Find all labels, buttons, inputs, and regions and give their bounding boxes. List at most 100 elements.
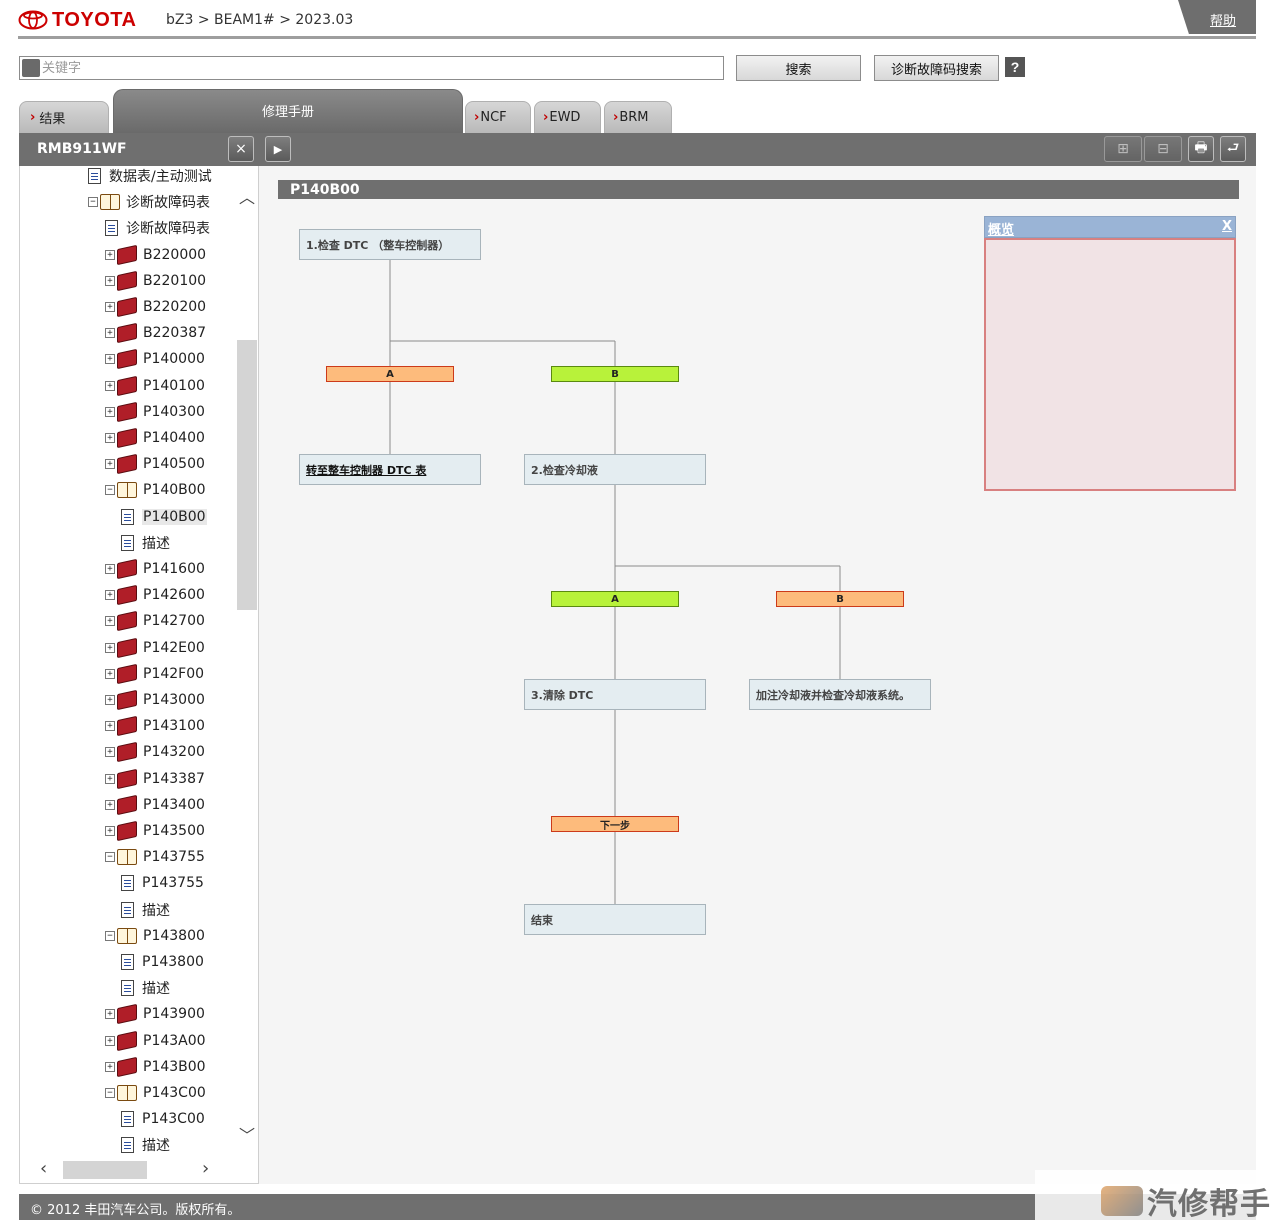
collapse-node-icon[interactable]: − (88, 197, 98, 208)
chevron-right-icon[interactable]: › (202, 1158, 209, 1179)
tree-item[interactable]: + P142F00 (105, 663, 204, 685)
expand-node-icon[interactable]: + (105, 433, 115, 443)
expand-node-icon[interactable]: + (105, 406, 115, 417)
tree-item[interactable]: P143755 (121, 872, 204, 894)
expand-node-icon[interactable]: + (105, 459, 115, 470)
expand-node-icon[interactable]: + (105, 564, 115, 574)
collapse-node-icon[interactable]: − (105, 1088, 115, 1098)
tree-item[interactable]: − P143755 (105, 846, 205, 868)
expand-node-icon[interactable]: + (105, 826, 115, 836)
back-button[interactable]: ⮐ (1220, 136, 1246, 162)
tree-item[interactable]: + P143900 (105, 1003, 205, 1025)
help-link[interactable]: 帮助 (1210, 10, 1236, 29)
collapse-node-icon[interactable]: − (105, 930, 115, 941)
flow-goto-ecu-dtc-link[interactable]: 转至整车控制器 DTC 表 (299, 454, 481, 485)
tree-item[interactable]: P140B00 (121, 506, 207, 528)
tree-item[interactable]: + P140000 (105, 348, 205, 370)
expand-node-icon[interactable]: + (105, 616, 115, 627)
toggle-panel-button[interactable]: ▶ (265, 136, 291, 162)
tree-item[interactable]: − P143C00 (105, 1082, 206, 1104)
expand-node-icon[interactable]: + (105, 695, 115, 705)
help-question-button[interactable]: ? (1005, 57, 1025, 77)
overview-close-button[interactable]: X (1222, 219, 1232, 234)
tree-item[interactable]: + P143387 (105, 768, 205, 790)
flow-step-refill-coolant[interactable]: 加注冷却液并检查冷却液系统。 (749, 679, 931, 710)
tree-item[interactable]: 数据表/主动测试 (88, 165, 212, 187)
expand-node-icon[interactable]: + (105, 302, 115, 312)
tree-item[interactable]: − P143800 (105, 925, 205, 947)
tree-item[interactable]: + P143200 (105, 741, 205, 763)
overview-minimap[interactable] (984, 238, 1236, 491)
tree-item[interactable]: + B220200 (105, 296, 206, 318)
tree-item[interactable]: + P143A00 (105, 1030, 206, 1052)
tree-item-label: P143100 (143, 718, 205, 735)
chevron-left-icon[interactable]: ‹ (40, 1158, 47, 1179)
dtc-search-button[interactable]: 诊断故障码搜索 (874, 55, 999, 81)
close-panel-button[interactable]: × (228, 136, 254, 162)
tab-results[interactable]: › 结果 (19, 101, 109, 133)
tree-item[interactable]: − P140B00 (105, 479, 206, 501)
tree-item[interactable]: + P140400 (105, 427, 205, 449)
expand-node-icon[interactable]: + (105, 1009, 115, 1020)
tree-item[interactable]: + B220100 (105, 270, 206, 292)
expand-all-button[interactable]: ⊞ (1104, 136, 1142, 162)
tree-vertical-scrollbar[interactable] (237, 166, 258, 1156)
tree-item[interactable]: + P143100 (105, 715, 205, 737)
tab-ncf[interactable]: › NCF (465, 101, 531, 133)
expand-node-icon[interactable]: + (105, 773, 115, 784)
tree-item[interactable]: + P143400 (105, 794, 205, 816)
tree-item[interactable]: − 诊断故障码表 (88, 191, 210, 213)
flow-step-check-dtc[interactable]: 1.检查 DTC （整车控制器） (299, 229, 481, 260)
expand-node-icon[interactable]: + (105, 275, 115, 286)
expand-node-icon[interactable]: + (105, 328, 115, 339)
overview-header[interactable] (984, 216, 1236, 238)
tree-item[interactable]: 描述 (121, 1134, 170, 1156)
expand-node-icon[interactable]: + (105, 721, 115, 732)
tree-item[interactable]: + B220387 (105, 322, 206, 344)
tab-brm[interactable]: › BRM (604, 101, 672, 133)
tree-item[interactable]: + P140100 (105, 375, 205, 397)
tree-item[interactable]: + P143000 (105, 689, 205, 711)
tree-item[interactable]: + P142600 (105, 584, 205, 606)
tree-item[interactable]: 诊断故障码表 (105, 217, 210, 239)
overview-title: 概览 (988, 223, 1015, 238)
flow-step-clear-dtc[interactable]: 3.清除 DTC (524, 679, 706, 710)
horizontal-scroll-thumb[interactable] (63, 1161, 147, 1179)
collapse-node-icon[interactable]: − (105, 852, 115, 863)
tab-repair-manual[interactable]: 修理手册 (113, 89, 463, 133)
expand-node-icon[interactable]: + (105, 1061, 115, 1072)
expand-node-icon[interactable]: + (105, 354, 115, 365)
expand-node-icon[interactable]: + (105, 380, 115, 391)
tree-item[interactable]: + P143500 (105, 820, 205, 842)
tree-item[interactable]: 描述 (121, 532, 170, 554)
tree-item[interactable]: + P142700 (105, 610, 205, 632)
tree-item[interactable]: + P142E00 (105, 637, 205, 659)
tree-item[interactable]: + P140300 (105, 401, 205, 423)
tree-item[interactable]: + B220000 (105, 244, 206, 266)
search-input[interactable] (19, 56, 724, 80)
print-button[interactable]: 🖶 (1188, 136, 1214, 162)
expand-node-icon[interactable]: + (105, 799, 115, 810)
collapse-all-button[interactable]: ⊟ (1144, 136, 1182, 162)
breadcrumb: bZ3 > BEAM1# > 2023.03 (166, 12, 354, 28)
tree-item[interactable]: 描述 (121, 977, 170, 999)
chevron-up-icon[interactable]: ︿ (239, 184, 255, 208)
expand-node-icon[interactable]: + (105, 747, 115, 758)
search-button[interactable]: 搜索 (736, 55, 861, 81)
flow-step-check-coolant[interactable]: 2.检查冷却液 (524, 454, 706, 485)
tree-item[interactable]: P143800 (121, 951, 204, 973)
tree-item[interactable]: 描述 (121, 899, 170, 921)
collapse-node-icon[interactable]: − (105, 485, 115, 496)
chevron-down-icon[interactable]: ﹀ (239, 1122, 255, 1146)
expand-node-icon[interactable]: + (105, 668, 115, 679)
tab-ewd[interactable]: › EWD (534, 101, 601, 133)
tree-item[interactable]: + P143B00 (105, 1056, 206, 1078)
tree-item[interactable]: P143C00 (121, 1108, 205, 1130)
tree-item[interactable]: + P141600 (105, 558, 205, 580)
tree-item[interactable]: + P140500 (105, 453, 205, 475)
expand-node-icon[interactable]: + (105, 590, 115, 601)
expand-node-icon[interactable]: + (105, 642, 115, 653)
expand-node-icon[interactable]: + (105, 249, 115, 260)
vertical-scroll-thumb[interactable] (237, 340, 257, 610)
expand-node-icon[interactable]: + (105, 1035, 115, 1046)
